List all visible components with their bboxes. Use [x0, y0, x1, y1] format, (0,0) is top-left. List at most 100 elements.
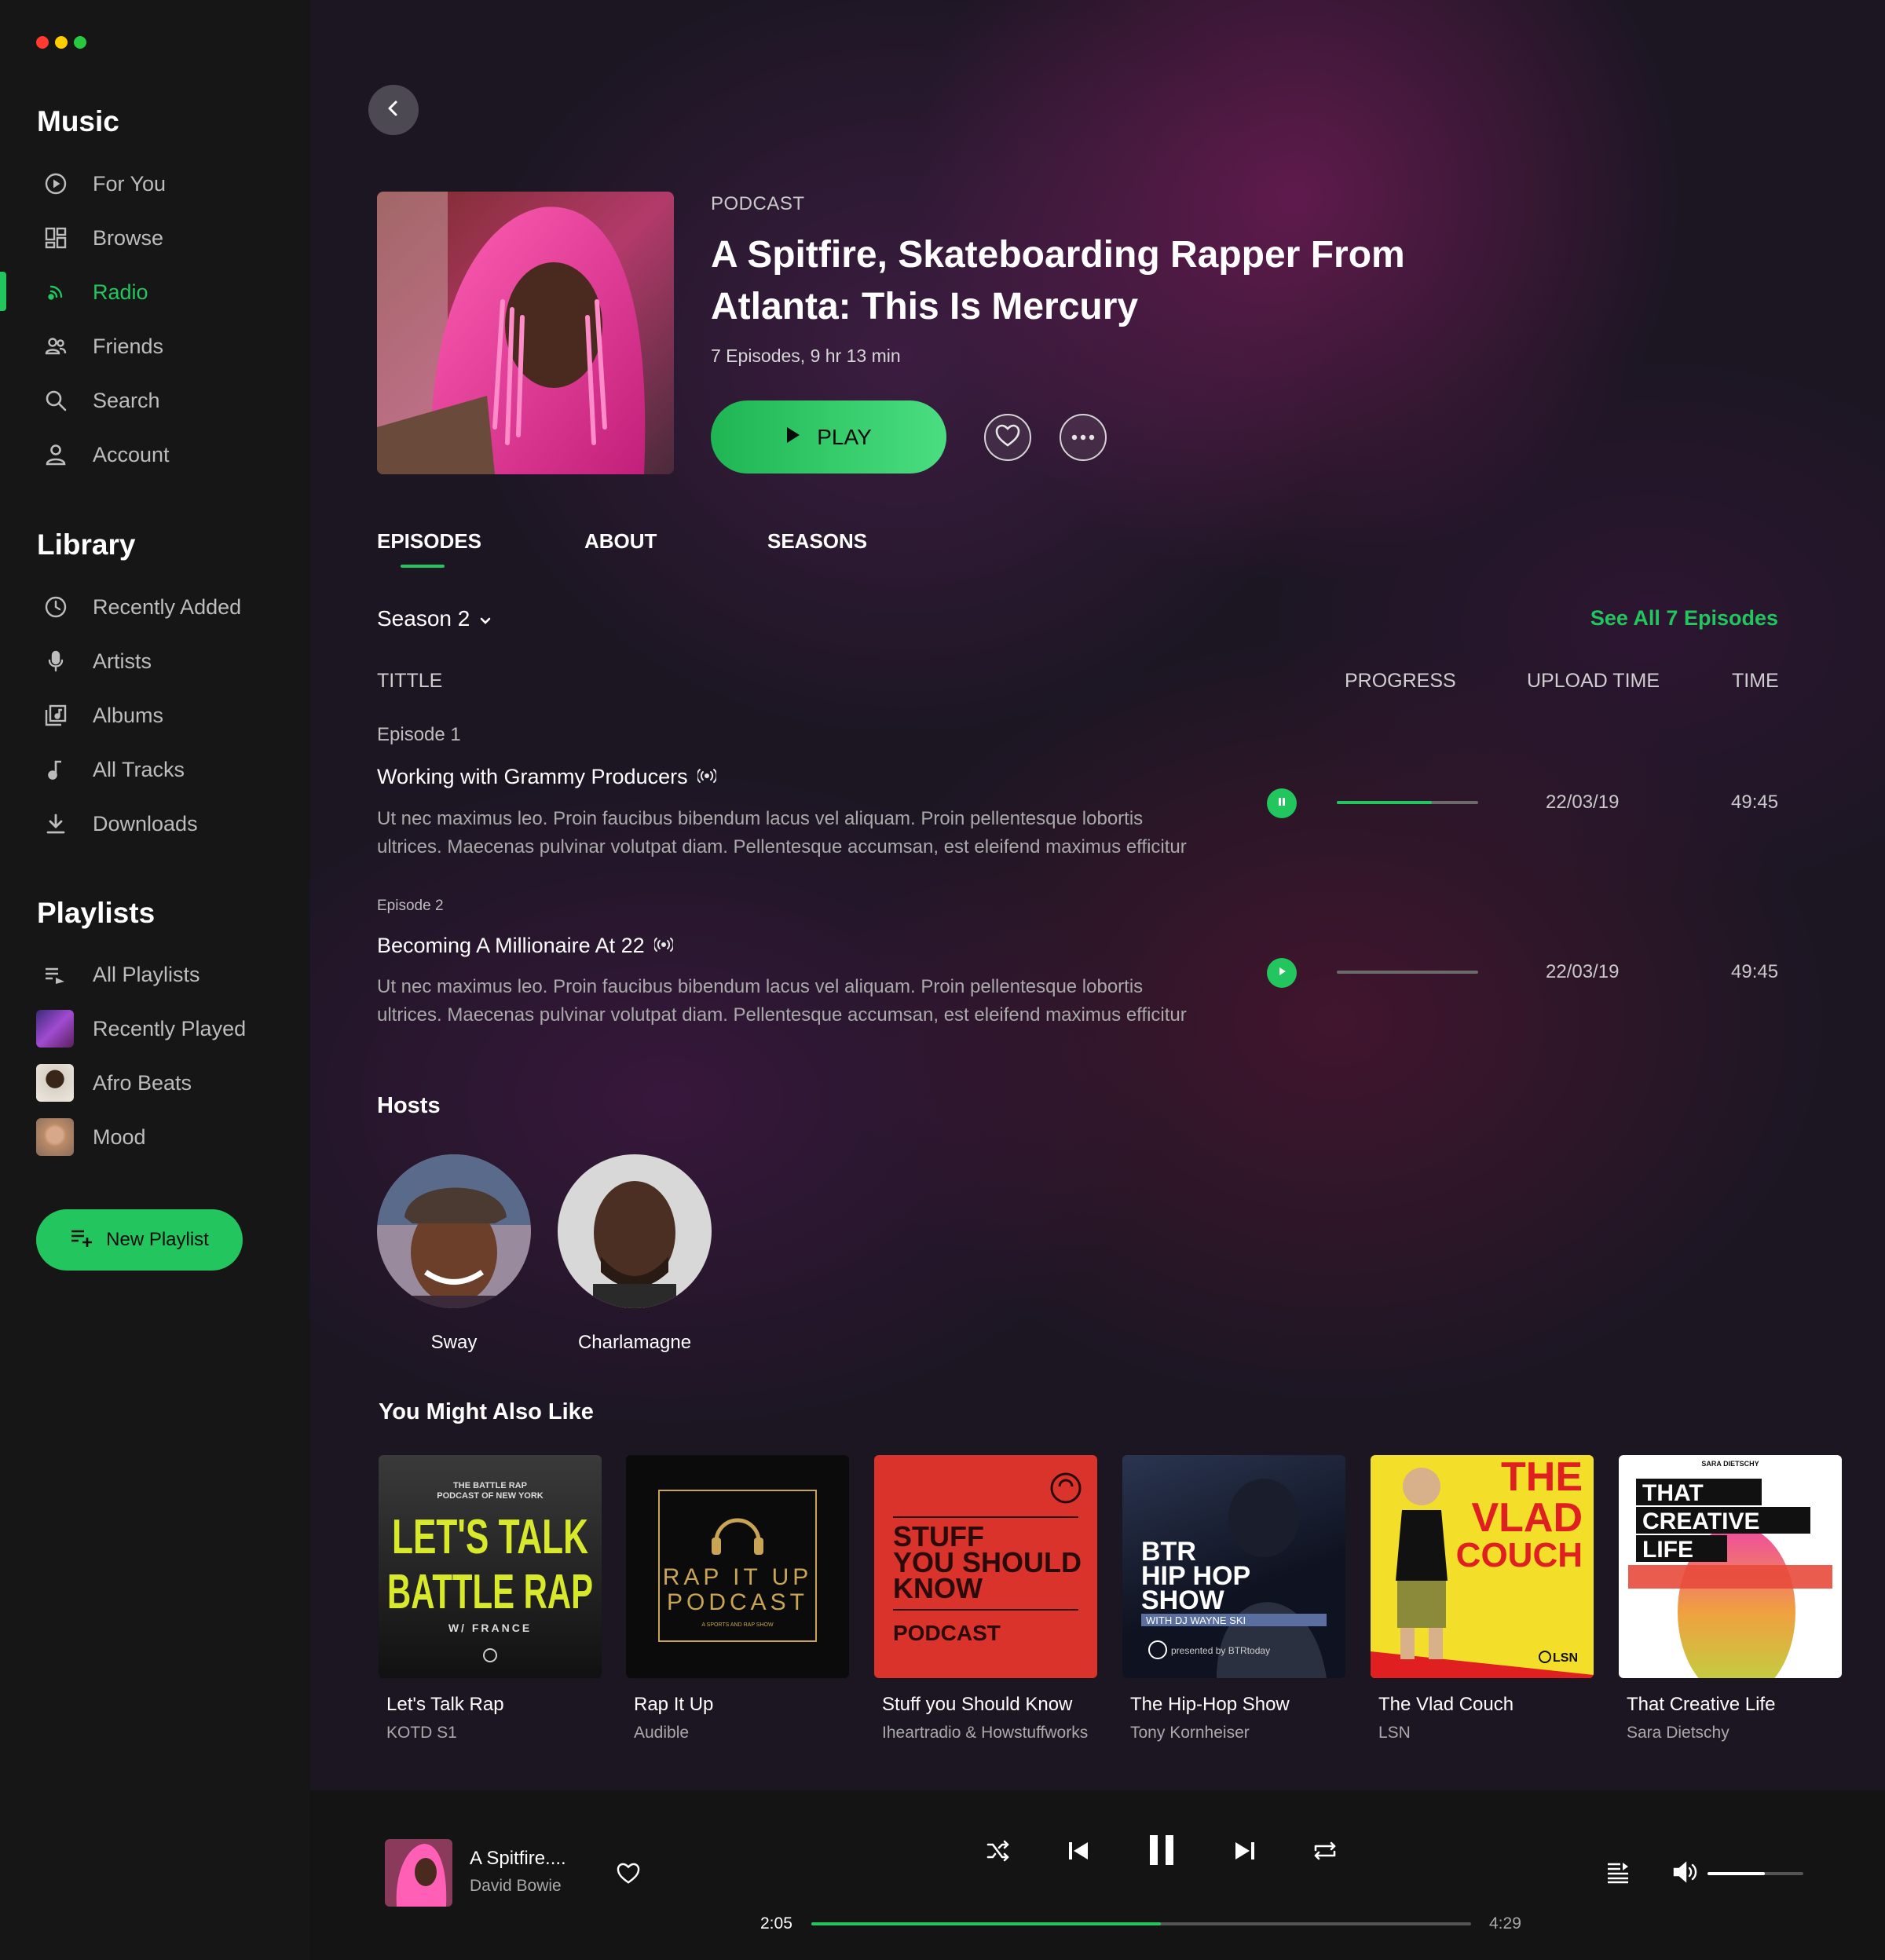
art-text: LIFE: [1642, 1537, 1693, 1563]
nav-label: Radio: [93, 280, 148, 304]
art-text: BATTLE RAP: [387, 1565, 593, 1619]
art-text: A SPORTS AND RAP SHOW: [701, 1622, 774, 1628]
host-card[interactable]: Charlamagne: [558, 1154, 712, 1354]
art-text: W/ FRANCE: [448, 1622, 532, 1634]
tab-about[interactable]: ABOUT: [584, 529, 657, 554]
nav-label: Account: [93, 442, 170, 466]
episode-title-row[interactable]: Working with Grammy Producers: [377, 765, 717, 789]
episode-title: Becoming A Millionaire At 22: [377, 934, 645, 957]
queue-icon: [1605, 1860, 1631, 1888]
pause-button[interactable]: [1144, 1831, 1180, 1872]
tab-episodes[interactable]: EPISODES: [377, 529, 481, 554]
see-all-episodes-link[interactable]: See All 7 Episodes: [1590, 606, 1778, 631]
episode-progress-fill: [1337, 801, 1432, 804]
episode-pause-button[interactable]: [1267, 788, 1297, 818]
nav-afro-beats[interactable]: Afro Beats: [0, 1061, 310, 1105]
now-playing-art[interactable]: [385, 1839, 452, 1907]
back-button[interactable]: [368, 85, 419, 135]
new-playlist-button[interactable]: New Playlist: [36, 1209, 243, 1271]
nav-recently-added[interactable]: Recently Added: [0, 585, 310, 629]
repeat-button[interactable]: [1309, 1836, 1341, 1869]
total-time: 4:29: [1489, 1914, 1521, 1933]
episode-progress-bar[interactable]: [1337, 971, 1478, 974]
playlist-thumbnail: [36, 1010, 74, 1048]
nav-mood[interactable]: Mood: [0, 1115, 310, 1159]
nav-all-tracks[interactable]: All Tracks: [0, 748, 310, 792]
art-text: THE BATTLE RAP: [453, 1481, 527, 1490]
hosts-heading: Hosts: [377, 1093, 441, 1118]
nav-for-you[interactable]: For You: [0, 162, 310, 206]
zoom-window-dot[interactable]: [74, 36, 86, 49]
close-window-dot[interactable]: [36, 36, 49, 49]
recommendation-card[interactable]: THE VLAD COUCH LSN The Vlad Couch LSN: [1371, 1455, 1594, 1742]
nav-albums[interactable]: Albums: [0, 693, 310, 737]
playlist-icon: [42, 961, 69, 988]
shuffle-button[interactable]: [982, 1836, 1015, 1869]
column-header-upload: UPLOAD TIME: [1527, 670, 1660, 692]
heart-icon: [995, 424, 1020, 452]
now-playing-title: A Spitfire....: [470, 1848, 566, 1869]
chevron-down-icon: [479, 606, 492, 631]
playlist-thumbnail: [36, 1064, 74, 1102]
nav-search[interactable]: Search: [0, 378, 310, 422]
episode-title-row[interactable]: Becoming A Millionaire At 22: [377, 934, 675, 958]
nav-label: Recently Added: [93, 594, 242, 619]
playlist-thumbnail: [36, 1118, 74, 1156]
recommendation-card[interactable]: SARA DIETSCHY THAT CREATIVE LIFE That Cr…: [1619, 1455, 1842, 1742]
art-text: COUCH: [1456, 1536, 1583, 1574]
episode-play-button[interactable]: [1267, 958, 1297, 988]
season-dropdown[interactable]: Season 2: [377, 606, 492, 631]
nav-label: Browse: [93, 225, 164, 250]
tab-seasons[interactable]: SEASONS: [767, 529, 867, 554]
volume-slider[interactable]: [1707, 1872, 1803, 1875]
friends-icon: [42, 333, 69, 360]
podcast-title-line: A Spitfire, Skateboarding Rapper From: [711, 234, 1405, 276]
host-name: Sway: [430, 1332, 478, 1353]
nav-artists[interactable]: Artists: [0, 639, 310, 683]
like-track-button[interactable]: [613, 1859, 644, 1891]
recommendation-card[interactable]: STUFF YOU SHOULD KNOW PODCAST Stuff you …: [874, 1455, 1097, 1742]
previous-button[interactable]: [1062, 1836, 1095, 1869]
nav-downloads[interactable]: Downloads: [0, 802, 310, 846]
art-text: PODCAST: [667, 1589, 808, 1615]
episode-label: Episode 2: [377, 898, 444, 914]
recommendation-art: STUFF YOU SHOULD KNOW PODCAST: [874, 1455, 1097, 1678]
favorite-button[interactable]: [984, 414, 1031, 461]
more-options-button[interactable]: [1060, 414, 1107, 461]
nav-friends[interactable]: Friends: [0, 324, 310, 368]
recommendation-card[interactable]: BTR HIP HOP SHOW WITH DJ WAYNE SKI prese…: [1122, 1455, 1345, 1742]
recommendation-title: That Creative Life: [1627, 1694, 1776, 1715]
play-button[interactable]: PLAY: [711, 400, 946, 474]
recommendation-card[interactable]: THE BATTLE RAP PODCAST OF NEW YORK LET'S…: [379, 1455, 602, 1742]
podcast-title: A Spitfire, Skateboarding Rapper From At…: [711, 229, 1457, 333]
queue-button[interactable]: [1602, 1858, 1634, 1889]
radio-icon: [42, 279, 69, 305]
nav-account[interactable]: Account: [0, 433, 310, 477]
nav-browse[interactable]: Browse: [0, 216, 310, 260]
episode-description-line: ultrices. Maecenas pulvinar volutpat dia…: [377, 836, 1187, 858]
seek-bar[interactable]: [811, 1922, 1471, 1925]
nav-recently-played[interactable]: Recently Played: [0, 1007, 310, 1051]
minimize-window-dot[interactable]: [55, 36, 68, 49]
host-card[interactable]: Sway: [377, 1154, 531, 1354]
nav-label: Artists: [93, 649, 152, 673]
search-icon: [42, 387, 69, 414]
play-label: PLAY: [817, 424, 872, 449]
recommendation-title: Rap It Up: [634, 1694, 714, 1715]
next-button[interactable]: [1228, 1836, 1261, 1869]
recommendation-subtitle: Audible: [634, 1724, 690, 1742]
art-text: WITH DJ WAYNE SKI: [1146, 1614, 1246, 1626]
volume-button[interactable]: [1670, 1858, 1701, 1889]
episode-progress-bar[interactable]: [1337, 801, 1478, 804]
episode-description-line: Ut nec maximus leo. Proin faucibus biben…: [377, 976, 1144, 997]
nav-label: All Playlists: [93, 962, 200, 986]
art-text: PODCAST: [893, 1621, 1001, 1645]
chevron-left-icon: [384, 99, 403, 122]
music-section-title: Music: [37, 105, 119, 137]
nav-all-playlists[interactable]: All Playlists: [0, 953, 310, 996]
nav-radio[interactable]: Radio: [0, 270, 310, 314]
podcast-cover-art: [377, 192, 674, 474]
art-text: SHOW: [1141, 1585, 1225, 1615]
art-text: PODCAST OF NEW YORK: [437, 1491, 544, 1501]
recommendation-card[interactable]: RAP IT UP PODCAST A SPORTS AND RAP SHOW …: [626, 1455, 849, 1742]
